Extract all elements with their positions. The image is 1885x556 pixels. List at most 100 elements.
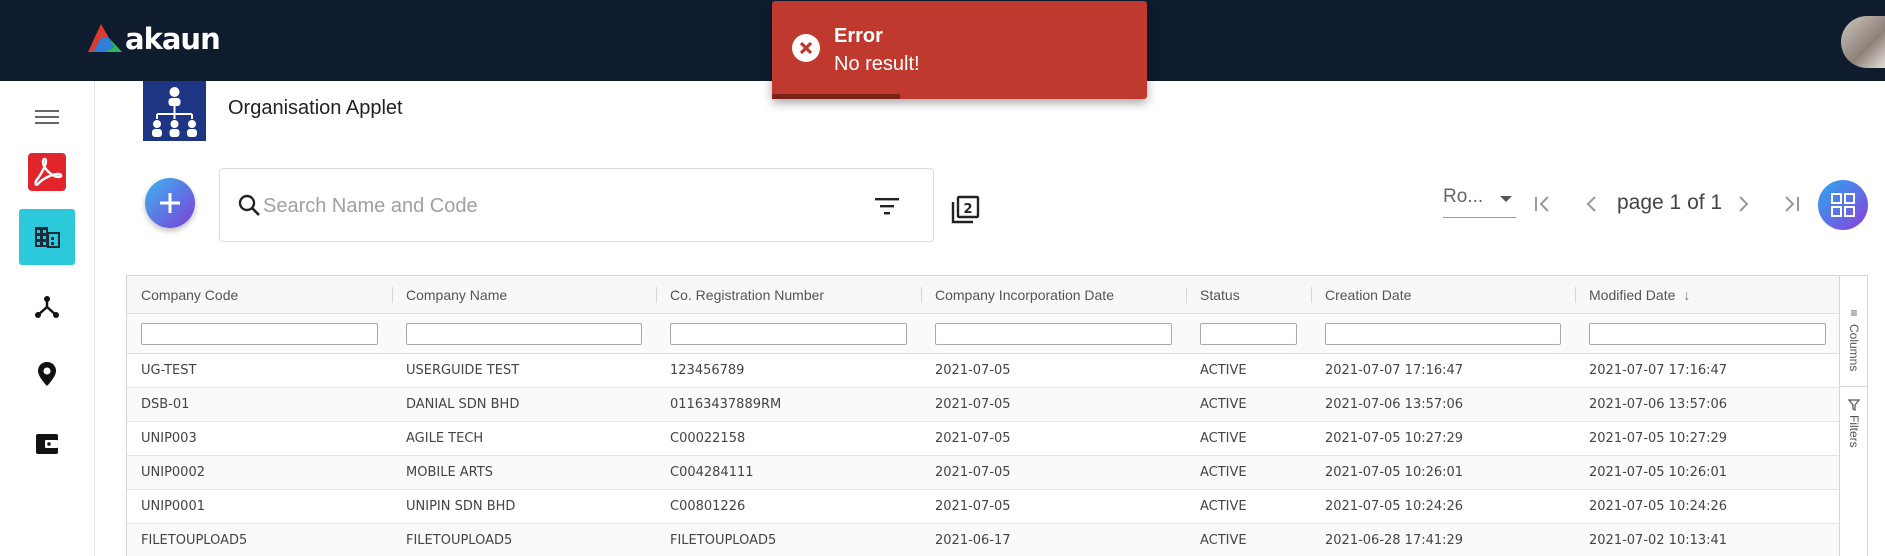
- cell-status: ACTIVE: [1200, 397, 1247, 412]
- cell-status: ACTIVE: [1200, 363, 1247, 378]
- table-row[interactable]: UNIP0001 UNIPIN SDN BHD C00801226 2021-07-0…: [127, 490, 1840, 524]
- sidebar-item-wallet[interactable]: [19, 416, 75, 472]
- column-header-incorporation-date[interactable]: Company Incorporation Date: [921, 276, 1186, 313]
- filter-company-name[interactable]: [406, 322, 642, 345]
- table-row[interactable]: FILETOUPLOAD5 FILETOUPLOAD5 FILETOUPLOAD5 2…: [127, 524, 1840, 556]
- cell-creation-date: 2021-07-06 13:57:06: [1325, 397, 1464, 412]
- table-row[interactable]: DSB-01 DANIAL SDN BHD 01163437889RM 2021-07…: [127, 388, 1840, 422]
- dropdown-caret-icon: [1500, 196, 1512, 202]
- filter-status[interactable]: [1200, 322, 1297, 345]
- sidebar-item-acrobat[interactable]: [19, 144, 75, 200]
- search-icon: [238, 194, 260, 216]
- filter-icon[interactable]: [875, 197, 899, 215]
- sidebar-item-hierarchy[interactable]: [19, 279, 75, 335]
- cell-creation-date: 2021-07-05 10:27:29: [1325, 431, 1464, 446]
- toast-title: Error: [834, 25, 883, 47]
- cell-modified-date: 2021-07-02 10:13:41: [1589, 533, 1728, 548]
- app-logo[interactable]: akaun: [88, 22, 221, 56]
- cell-creation-date: 2021-06-28 17:41:29: [1325, 533, 1464, 548]
- building-icon: [35, 227, 60, 248]
- first-page-icon[interactable]: [1532, 193, 1554, 215]
- organisation-chart-icon: [152, 87, 197, 137]
- cell-modified-date: 2021-07-05 10:26:01: [1589, 465, 1728, 480]
- location-pin-icon: [38, 362, 56, 386]
- grid-view-button[interactable]: [1818, 180, 1868, 230]
- columns-icon: ≡: [1850, 306, 1858, 320]
- applet-icon: [143, 81, 206, 141]
- next-page-icon[interactable]: [1732, 193, 1754, 215]
- columns-tool-label: Columns: [1847, 324, 1861, 372]
- wallet-icon: [36, 434, 58, 454]
- sidebar-menu-toggle[interactable]: [19, 101, 75, 133]
- last-page-icon[interactable]: [1780, 193, 1802, 215]
- column-header-company-code[interactable]: Company Code: [127, 276, 392, 313]
- cell-registration-number: C00022158: [670, 431, 746, 446]
- toast-progress-bar: [772, 94, 900, 99]
- filter-modified-date[interactable]: [1589, 322, 1826, 345]
- previous-page-icon[interactable]: [1581, 193, 1603, 215]
- filter-company-code[interactable]: [141, 322, 378, 345]
- sidebar-item-location[interactable]: [19, 346, 75, 402]
- user-avatar[interactable]: [1841, 16, 1885, 68]
- add-button[interactable]: [145, 178, 195, 228]
- error-icon: [792, 34, 820, 62]
- column-header-modified-date[interactable]: Modified Date ↓: [1575, 276, 1840, 313]
- rows-per-page-label: Ro...: [1443, 186, 1484, 207]
- filter-creation-date[interactable]: [1325, 322, 1561, 345]
- table-filter-row: [127, 314, 1840, 354]
- page-indicator: page 1 of 1: [1617, 191, 1723, 214]
- table-row[interactable]: UNIP003 AGILE TECH C00022158 2021-07-05 ACTI…: [127, 422, 1840, 456]
- cell-registration-number: 01163437889RM: [670, 397, 782, 412]
- search-box: [219, 168, 934, 242]
- cell-incorporation-date: 2021-07-05: [935, 363, 1011, 378]
- plus-icon: [160, 193, 180, 213]
- cell-registration-number: 123456789: [670, 363, 745, 378]
- cell-registration-number: C00801226: [670, 499, 746, 514]
- logo-text: akaun: [125, 22, 221, 56]
- rows-per-page-select[interactable]: Ro...: [1443, 186, 1516, 218]
- hierarchy-icon: [35, 296, 59, 318]
- toast-message: No result!: [834, 53, 920, 75]
- cell-modified-date: 2021-07-05 10:24:26: [1589, 499, 1728, 514]
- akaun-logo-icon: [88, 24, 122, 52]
- filters-tool-button[interactable]: Filters: [1840, 386, 1868, 448]
- cell-status: ACTIVE: [1200, 465, 1247, 480]
- compare-button[interactable]: 2: [950, 195, 980, 230]
- sort-descending-icon: ↓: [1683, 286, 1691, 303]
- column-header-registration-number[interactable]: Co. Registration Number: [656, 276, 921, 313]
- side-tool-panel: ≡ Columns Filters: [1839, 276, 1868, 556]
- cell-company-name: FILETOUPLOAD5: [406, 533, 513, 548]
- cell-status: ACTIVE: [1200, 533, 1247, 548]
- cell-incorporation-date: 2021-07-05: [935, 397, 1011, 412]
- cell-registration-number: FILETOUPLOAD5: [670, 533, 777, 548]
- column-header-creation-date[interactable]: Creation Date: [1311, 276, 1575, 313]
- cell-incorporation-date: 2021-07-05: [935, 431, 1011, 446]
- cell-company-name: USERGUIDE TEST: [406, 363, 520, 378]
- filter-count-icon: 2: [951, 195, 980, 224]
- cell-company-name: UNIPIN SDN BHD: [406, 499, 516, 514]
- cell-company-name: AGILE TECH: [406, 431, 484, 446]
- cell-modified-date: 2021-07-07 17:16:47: [1589, 363, 1728, 378]
- funnel-icon: [1848, 399, 1860, 411]
- columns-tool-button[interactable]: ≡ Columns: [1840, 306, 1868, 371]
- compare-count: 2: [963, 202, 972, 217]
- cell-company-code: UNIP003: [141, 431, 197, 446]
- cell-incorporation-date: 2021-07-05: [935, 499, 1011, 514]
- filter-registration-number[interactable]: [670, 322, 907, 345]
- grid-view-icon: [1831, 193, 1855, 217]
- search-input[interactable]: [263, 191, 823, 221]
- sidebar-item-organisation[interactable]: [19, 209, 75, 265]
- cell-company-name: DANIAL SDN BHD: [406, 397, 520, 412]
- error-toast[interactable]: Error No result!: [772, 1, 1147, 99]
- column-header-company-name[interactable]: Company Name: [392, 276, 656, 313]
- column-header-status[interactable]: Status: [1186, 276, 1311, 313]
- filters-tool-label: Filters: [1847, 415, 1861, 448]
- table-row[interactable]: UG-TEST USERGUIDE TEST 123456789 2021-07-05…: [127, 354, 1840, 388]
- adobe-acrobat-icon: [28, 153, 66, 191]
- cell-registration-number: C004284111: [670, 465, 754, 480]
- cell-company-code: DSB-01: [141, 397, 190, 412]
- cell-company-code: UG-TEST: [141, 363, 197, 378]
- cell-company-code: UNIP0002: [141, 465, 205, 480]
- filter-incorporation-date[interactable]: [935, 322, 1172, 345]
- table-row[interactable]: UNIP0002 MOBILE ARTS C004284111 2021-07-05 A…: [127, 456, 1840, 490]
